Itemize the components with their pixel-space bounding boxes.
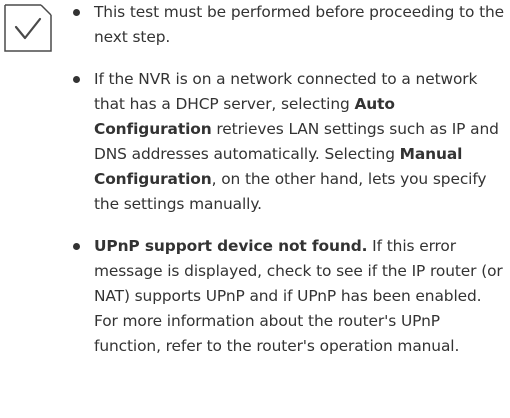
note-item-test-before-proceeding: This test must be performed before proce…	[68, 0, 506, 50]
upnp-error-title: UPnP support device not found.	[94, 237, 368, 255]
note-list: This test must be performed before proce…	[68, 0, 506, 359]
note-text: If the NVR is on a network connected to …	[94, 70, 478, 113]
note-item-configuration: If the NVR is on a network connected to …	[68, 67, 506, 217]
note-item-upnp-error: UPnP support device not found. If this e…	[68, 234, 506, 359]
note-text: This test must be performed before proce…	[94, 3, 505, 46]
checkmark-icon	[3, 3, 53, 53]
